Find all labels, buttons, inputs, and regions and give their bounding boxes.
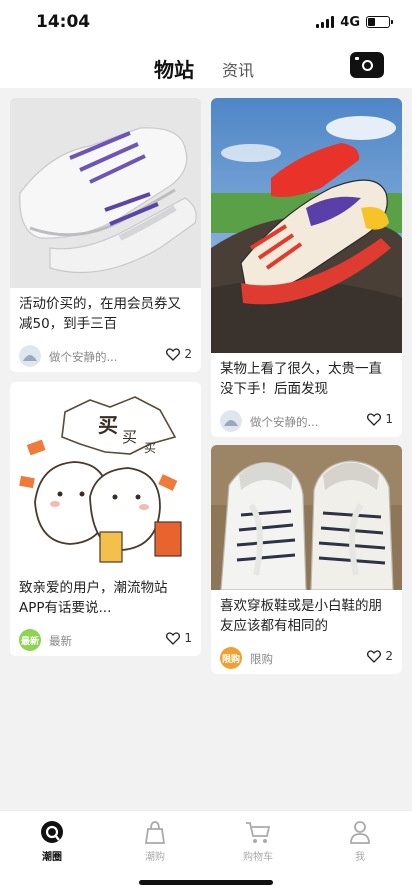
post-image [10, 98, 201, 288]
battery-icon [366, 16, 393, 28]
badge-new-avatar[interactable]: 最新 [19, 629, 41, 651]
post-card[interactable]: 买 买 买 致亲爱的用户，潮流物站APP有话要说... 最新 最新 1 [10, 382, 201, 656]
home-indicator [139, 880, 273, 885]
like-count: 1 [385, 412, 393, 426]
cart-icon [246, 822, 271, 843]
poster-text-big: 买 [98, 413, 118, 437]
top-header: 物站 资讯 [0, 44, 412, 88]
post-card[interactable]: 活动价买的，在用会员券又减50，到手三百 做个安静的... 2 [10, 98, 201, 372]
post-image [211, 445, 402, 590]
tab-label: 潮购 [145, 852, 165, 863]
post-card[interactable]: 喜欢穿板鞋或是小白鞋的朋友应该都有相同的 限购 限购 2 [211, 445, 402, 674]
post-title: 喜欢穿板鞋或是小白鞋的朋友应该都有相同的 [220, 598, 382, 634]
tab-news[interactable]: 资讯 [222, 57, 254, 81]
poster-text-small: 买 [144, 441, 156, 455]
like-count: 1 [184, 631, 192, 645]
post-feed[interactable]: 活动价买的，在用会员券又减50，到手三百 做个安静的... 2 某物上看了很久，… [0, 88, 412, 810]
heart-icon [166, 631, 181, 645]
tab-label: 我 [355, 852, 365, 863]
camera-icon [362, 60, 373, 71]
camera-button[interactable] [350, 52, 384, 78]
post-title: 致亲爱的用户，潮流物站APP有话要说... [19, 580, 168, 616]
signal-icon [316, 16, 335, 28]
author-avatar[interactable] [220, 410, 242, 432]
heart-icon [367, 649, 382, 663]
status-time: 14:04 [36, 12, 91, 32]
tab-wuzhan[interactable]: 物站 [154, 54, 194, 83]
shopping-bag-icon [144, 821, 166, 844]
heart-icon [367, 412, 382, 426]
like-button[interactable]: 2 [166, 347, 192, 361]
tab-label: 潮圈 [42, 852, 62, 863]
author-avatar[interactable] [19, 345, 41, 367]
user-icon [350, 821, 370, 844]
tab-chaoquan[interactable]: 潮圈 [22, 819, 82, 863]
post-image: 买 买 买 [10, 382, 201, 572]
like-count: 2 [385, 649, 393, 663]
chat-bubble-icon [41, 821, 63, 843]
author-name[interactable]: 做个安静的... [250, 414, 318, 430]
like-button[interactable]: 2 [367, 649, 393, 663]
poster-text-mid: 买 [122, 428, 137, 446]
author-name[interactable]: 做个安静的... [49, 349, 117, 365]
badge-limit-avatar[interactable]: 限购 [220, 647, 242, 669]
post-card[interactable]: 某物上看了很久，太贵一直没下手！后面发现 做个安静的... 1 [211, 98, 402, 437]
author-name[interactable]: 限购 [250, 651, 273, 667]
post-title: 活动价买的，在用会员券又减50，到手三百 [19, 296, 181, 332]
tab-chaogou[interactable]: 潮购 [125, 819, 185, 863]
author-name[interactable]: 最新 [49, 633, 72, 649]
like-count: 2 [184, 347, 192, 361]
tab-me[interactable]: 我 [330, 819, 390, 863]
network-type: 4G [340, 14, 360, 30]
like-button[interactable]: 1 [367, 412, 393, 426]
like-button[interactable]: 1 [166, 631, 192, 645]
status-bar: 14:04 4G [0, 0, 412, 44]
heart-icon [166, 347, 181, 361]
post-image [211, 98, 402, 353]
post-title: 某物上看了很久，太贵一直没下手！后面发现 [220, 361, 382, 397]
tab-cart[interactable]: 购物车 [228, 819, 288, 863]
tab-label: 购物车 [243, 852, 273, 863]
